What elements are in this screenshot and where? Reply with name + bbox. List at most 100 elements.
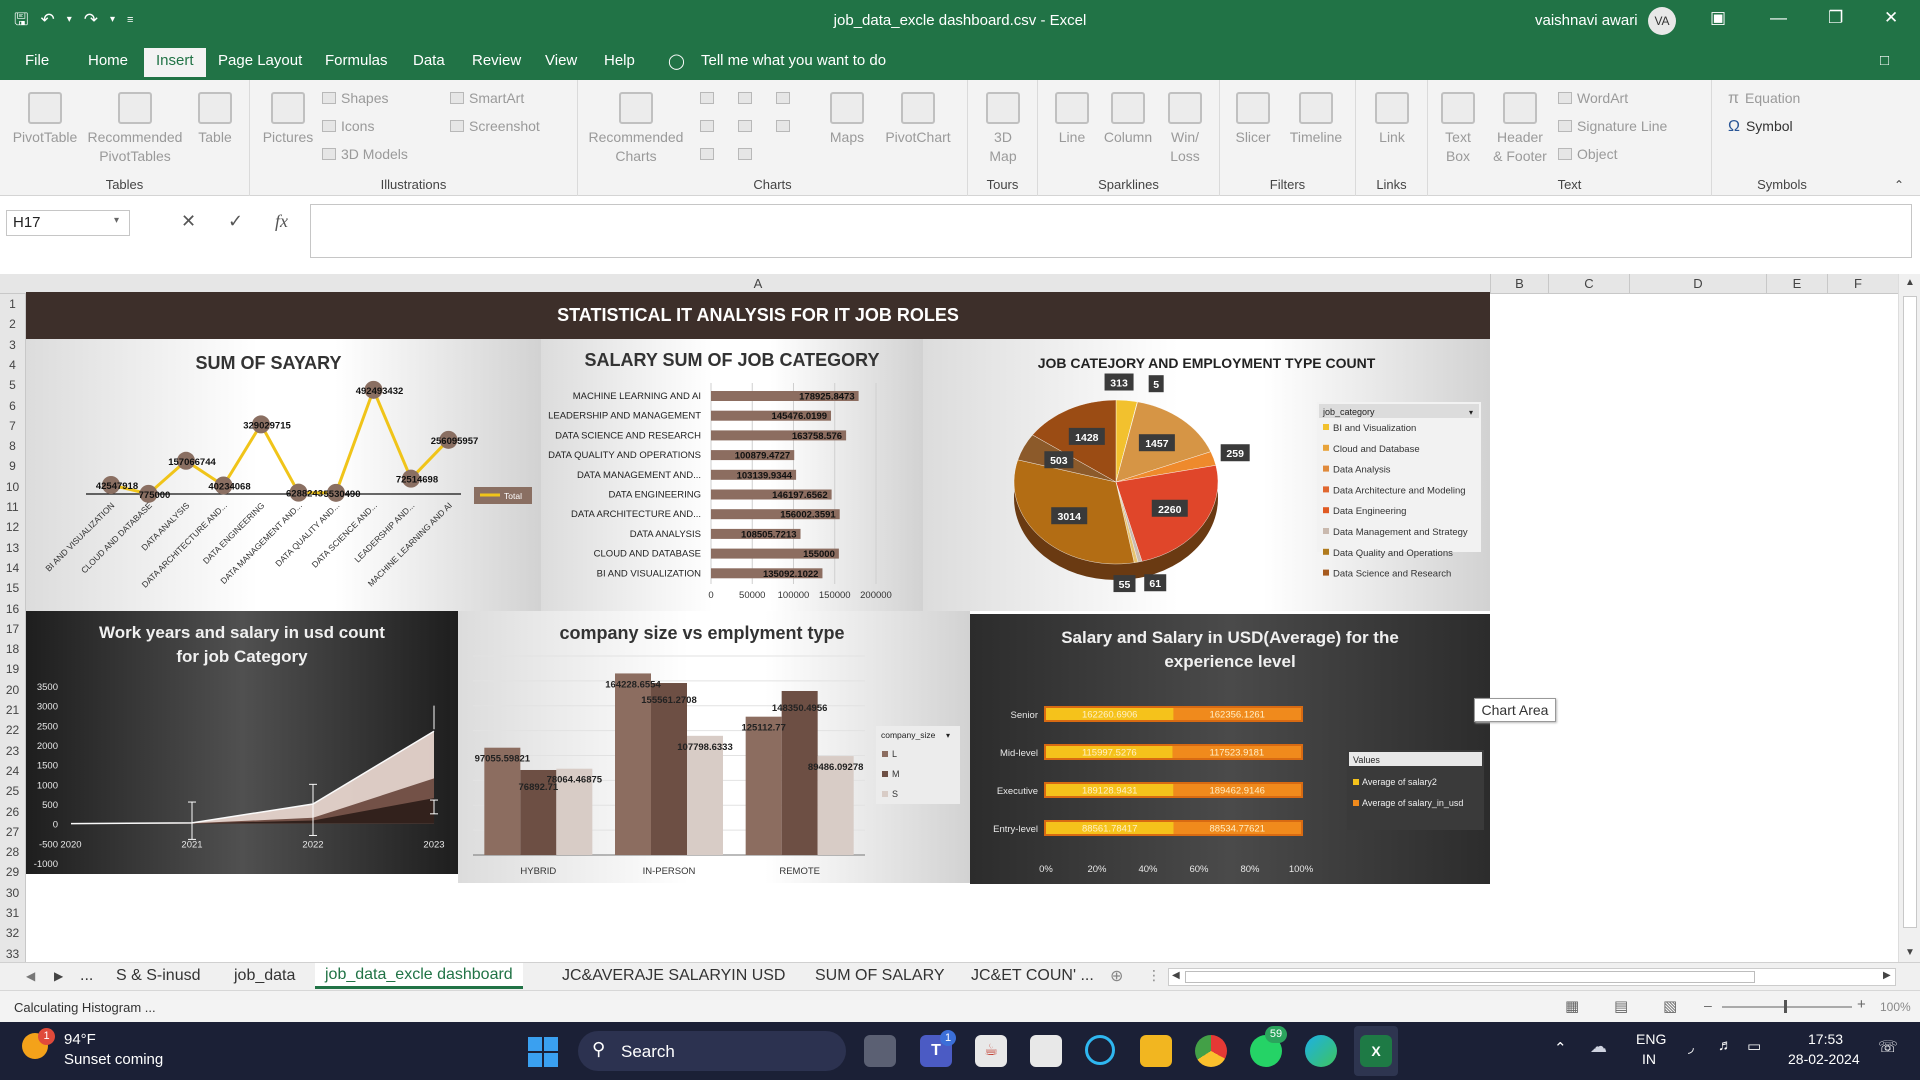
vertical-scrollbar[interactable]: ▲ ▼ — [1898, 274, 1920, 966]
row-header[interactable]: 19 — [0, 662, 25, 676]
statistic-chart-button[interactable] — [738, 118, 757, 134]
bar-chart-button[interactable] — [738, 90, 757, 106]
row-header[interactable]: 7 — [0, 419, 25, 433]
page-layout-view-icon[interactable]: ▤ — [1614, 997, 1628, 1015]
redo-dropdown-icon[interactable]: ▾ — [110, 8, 115, 32]
formula-input[interactable] — [310, 204, 1912, 258]
row-header[interactable]: 23 — [0, 744, 25, 758]
undo-dropdown-icon[interactable]: ▾ — [67, 8, 72, 32]
column-chart-button[interactable] — [700, 90, 719, 106]
tab-data[interactable]: Data — [413, 52, 445, 69]
tab-help[interactable]: Help — [604, 52, 635, 69]
redo-icon[interactable]: ↷ — [84, 8, 98, 32]
shapes-button[interactable]: Shapes — [322, 90, 388, 106]
normal-view-icon[interactable]: ▦ — [1565, 997, 1579, 1015]
row-header[interactable]: 1 — [0, 297, 25, 311]
slicer-button[interactable]: Slicer — [1228, 92, 1278, 147]
scroll-up-icon[interactable]: ▲ — [1905, 277, 1915, 288]
sheet-tab-active[interactable]: job_data_excle dashboard — [315, 963, 523, 989]
equation-button[interactable]: π Equation — [1728, 90, 1800, 108]
tab-review[interactable]: Review — [472, 52, 521, 69]
row-header[interactable]: 5 — [0, 378, 25, 392]
row-header[interactable]: 17 — [0, 622, 25, 636]
3d-map-button[interactable]: 3D Map — [980, 92, 1026, 166]
page-break-view-icon[interactable]: ▧ — [1663, 997, 1677, 1015]
row-header[interactable]: 3 — [0, 338, 25, 352]
pictures-button[interactable]: Pictures — [260, 92, 316, 147]
zoom-slider[interactable] — [1722, 1006, 1852, 1008]
row-header[interactable]: 12 — [0, 520, 25, 534]
row-header[interactable]: 21 — [0, 703, 25, 717]
comments-icon[interactable]: □ — [1880, 52, 1889, 69]
enter-icon[interactable]: ✓ — [228, 211, 243, 232]
recommended-pivottables-button[interactable]: Recommended PivotTables — [85, 92, 185, 166]
name-box[interactable]: H17 — [6, 210, 130, 236]
chart-sum-of-salary[interactable]: SUM OF SAYARY 42547918 775000 157066744 402… — [26, 339, 541, 611]
row-header[interactable]: 15 — [0, 581, 25, 595]
chart-salary-experience-level[interactable]: Salary and Salary in USD(Average) for th… — [970, 614, 1490, 884]
wifi-icon[interactable]: ◞ — [1688, 1038, 1694, 1056]
next-sheet-icon[interactable]: ▶ — [54, 969, 63, 983]
insert-function-icon[interactable]: fx — [275, 211, 288, 232]
tab-split-handle[interactable]: ⋮ — [1147, 967, 1161, 984]
chevron-up-icon[interactable]: ⌃ — [1554, 1039, 1567, 1057]
close-icon[interactable]: ✕ — [1884, 8, 1898, 28]
start-icon[interactable] — [528, 1037, 558, 1067]
row-header[interactable]: 8 — [0, 439, 25, 453]
excel-icon[interactable]: X — [1360, 1035, 1392, 1067]
chart-job-category-employment-count[interactable]: JOB CATEJORY AND EMPLOYMENT TYPE COUNT 3… — [923, 339, 1490, 611]
user-name[interactable]: vaishnavi awari — [1535, 12, 1638, 29]
row-header[interactable]: 13 — [0, 541, 25, 555]
tab-formulas[interactable]: Formulas — [325, 52, 388, 69]
ribbon-display-icon[interactable]: ▣ — [1710, 8, 1726, 28]
sheet-tab[interactable]: job_data — [234, 967, 295, 985]
row-header[interactable]: 26 — [0, 805, 25, 819]
combo-chart-button[interactable] — [738, 146, 757, 162]
scatter-chart-button[interactable] — [700, 118, 719, 134]
cancel-icon[interactable]: ✕ — [181, 211, 196, 232]
column-header-a[interactable]: A — [26, 276, 1490, 291]
row-header[interactable]: 29 — [0, 865, 25, 879]
recommended-charts-button[interactable]: Recommended Charts — [586, 92, 686, 166]
cloud-icon[interactable]: ☁ — [1590, 1037, 1607, 1057]
language-line2[interactable]: IN — [1642, 1051, 1656, 1067]
avatar[interactable]: VA — [1648, 7, 1676, 35]
chart-salary-sum-job-category[interactable]: SALARY SUM OF JOB CATEGORY 0 50000 100000 1… — [541, 339, 923, 611]
sheet-tab[interactable]: S & S-inusd — [116, 967, 200, 985]
maps-button[interactable]: Maps — [823, 92, 871, 147]
row-header[interactable]: 28 — [0, 845, 25, 859]
speaker-icon[interactable]: ♬ — [1718, 1037, 1733, 1054]
save-icon[interactable]: 🖫 — [14, 8, 28, 32]
table-button[interactable]: Table — [190, 92, 240, 147]
scrollbar-thumb[interactable] — [1903, 296, 1917, 928]
row-header[interactable]: 4 — [0, 358, 25, 372]
tell-me-search[interactable]: Tell me what you want to do — [701, 52, 886, 69]
undo-icon[interactable]: ↶ — [40, 8, 54, 32]
column-sparkline-button[interactable]: Column — [1100, 92, 1156, 147]
java-icon[interactable]: ☕ — [975, 1035, 1007, 1067]
sheet-tab[interactable]: JC&ET COUN' ... — [971, 967, 1094, 985]
symbol-button[interactable]: Ω Symbol — [1728, 118, 1793, 136]
row-header[interactable]: 14 — [0, 561, 25, 575]
add-sheet-icon[interactable]: ⊕ — [1110, 966, 1123, 986]
minimize-icon[interactable]: — — [1770, 8, 1787, 28]
smartart-button[interactable]: SmartArt — [450, 90, 524, 106]
tab-home[interactable]: Home — [88, 52, 128, 69]
battery-icon[interactable]: ▭ — [1747, 1037, 1761, 1055]
row-header[interactable]: 9 — [0, 459, 25, 473]
row-header[interactable]: 25 — [0, 784, 25, 798]
column-header-f[interactable]: F — [1828, 276, 1888, 291]
pie-chart-button[interactable] — [700, 146, 719, 162]
tab-insert[interactable]: Insert — [144, 48, 206, 77]
zoom-level[interactable]: 100% — [1880, 1000, 1911, 1014]
weather-temp[interactable]: 94°F — [64, 1031, 96, 1048]
row-header[interactable]: 2 — [0, 317, 25, 331]
waterfall-chart-button[interactable] — [776, 118, 795, 134]
row-header[interactable]: 24 — [0, 764, 25, 778]
3d-models-button[interactable]: 3D Models — [322, 146, 408, 162]
cortana-icon[interactable] — [1085, 1035, 1115, 1065]
chart-company-size-employment[interactable]: company size vs emplyment type 97055.598… — [458, 611, 970, 883]
row-header[interactable]: 30 — [0, 886, 25, 900]
weather-desc[interactable]: Sunset coming — [64, 1051, 163, 1068]
header-footer-button[interactable]: Header & Footer — [1488, 92, 1552, 166]
